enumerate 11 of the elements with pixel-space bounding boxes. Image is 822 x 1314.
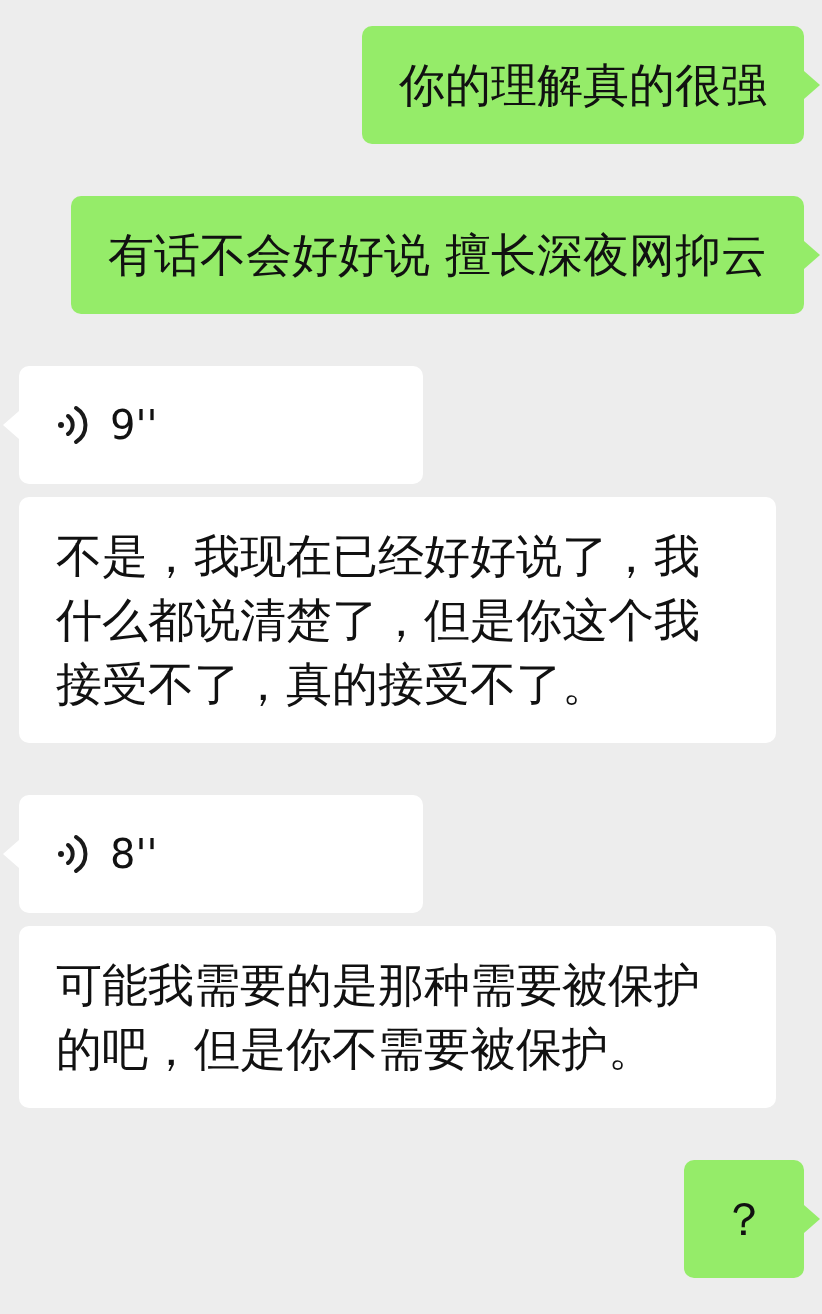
message-bubble: ？	[684, 1160, 804, 1278]
voice-message[interactable]: 8''	[19, 795, 423, 913]
message-bubble: 有话不会好好说 擅长深夜网抑云	[71, 196, 804, 314]
message-bubble: 可能我需要的是那种需要被保护的吧，但是你不需要被保护。	[19, 926, 776, 1108]
message-bubble: 你的理解真的很强	[362, 26, 804, 144]
message-bubble: 不是，我现在已经好好说了，我什么都说清楚了，但是你这个我接受不了，真的接受不了。	[19, 497, 776, 743]
voice-icon	[56, 403, 90, 447]
voice-icon	[56, 832, 90, 876]
voice-duration: 8''	[110, 830, 158, 879]
voice-message[interactable]: 9''	[19, 366, 423, 484]
voice-duration: 9''	[110, 401, 158, 450]
